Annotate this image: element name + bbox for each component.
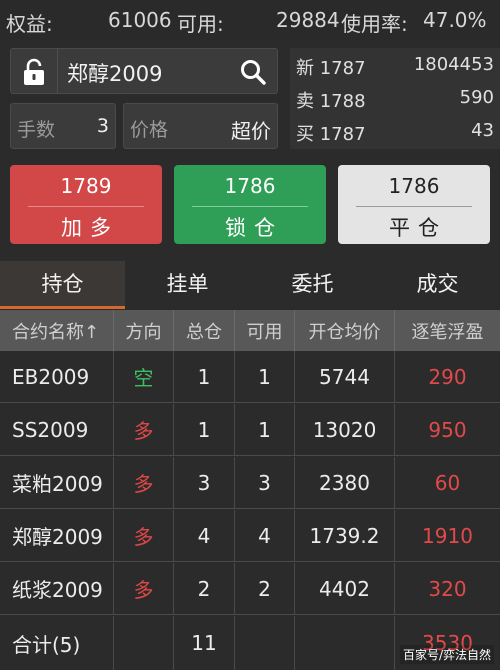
lock-position-price: 1786: [224, 174, 276, 198]
quote-row-ask: 卖 1788 590: [296, 87, 494, 117]
search-icon[interactable]: [239, 58, 267, 86]
header-avg-price[interactable]: 开仓均价: [295, 310, 395, 351]
summary-label: 合计(5): [0, 616, 114, 670]
cell-contract: 菜粕2009: [0, 457, 114, 508]
cell-direction: 多: [114, 457, 174, 508]
quantity-label: 手数: [17, 119, 56, 141]
quote-volume: 1804453: [413, 54, 494, 75]
quantity-value[interactable]: 3: [97, 115, 109, 137]
price-label: 价格: [130, 119, 169, 141]
tab-pending-orders[interactable]: 挂单: [125, 261, 250, 309]
symbol-selector[interactable]: 郑醇2009: [10, 48, 278, 94]
price-field[interactable]: 价格 超价: [123, 103, 278, 149]
lock-position-button[interactable]: 1786 锁仓: [174, 165, 326, 244]
cell-available: 2: [235, 563, 295, 614]
cell-direction: 多: [114, 404, 174, 455]
quote-bid-size: 43: [471, 120, 494, 141]
cell-avg-price: 5744: [295, 351, 395, 402]
cell-direction: 多: [114, 563, 174, 614]
quote-ask-size: 590: [459, 87, 494, 108]
quote-row-last: 新 1787 1804453: [296, 54, 494, 84]
tab-positions[interactable]: 持仓: [0, 261, 125, 309]
add-long-price: 1789: [60, 174, 112, 198]
cell-pnl: 1910: [422, 523, 473, 548]
symbol-divider: [57, 49, 58, 93]
add-long-button[interactable]: 1789 加多: [10, 165, 162, 244]
quote-bid: 买 1787: [296, 124, 366, 145]
summary-avg-price: [295, 616, 395, 670]
close-position-button[interactable]: 1786 平仓: [338, 165, 490, 244]
quantity-field[interactable]: 手数 3: [10, 103, 116, 149]
cell-contract: SS2009: [0, 404, 114, 455]
cell-avg-price: 4402: [295, 563, 395, 614]
quote-ask: 卖 1788: [296, 91, 366, 112]
available-label: 可用:: [177, 12, 224, 36]
cell-available: 1: [235, 351, 295, 402]
close-position-price: 1786: [388, 174, 440, 198]
table-row[interactable]: SS2009 多 1 1 13020 950: [0, 404, 500, 456]
usage-value: 47.0%: [423, 8, 487, 32]
cell-total: 3: [174, 457, 235, 508]
price-value[interactable]: 超价: [231, 115, 271, 144]
cell-pnl: 290: [428, 364, 467, 389]
tab-trades[interactable]: 成交: [375, 261, 500, 309]
header-total[interactable]: 总仓: [174, 310, 235, 351]
cell-pnl: 60: [434, 470, 461, 495]
summary-total: 11: [174, 616, 235, 670]
button-divider: [192, 206, 308, 207]
cell-direction: 多: [114, 510, 174, 561]
button-divider: [28, 206, 144, 207]
tab-bar: 持仓 挂单 委托 成交: [0, 261, 500, 309]
cell-total: 1: [174, 404, 235, 455]
add-long-label: 加多: [61, 216, 119, 240]
quote-row-bid: 买 1787 43: [296, 120, 494, 150]
tab-orders[interactable]: 委托: [250, 261, 375, 309]
button-divider: [356, 206, 472, 207]
lock-position-label: 锁仓: [225, 216, 283, 240]
table-header: 合约名称↑ 方向 总仓 可用 开仓均价 逐笔浮盈: [0, 310, 500, 351]
cell-available: 1: [235, 404, 295, 455]
equity-value: 61006: [108, 8, 172, 32]
cell-avg-price: 1739.2: [295, 510, 395, 561]
cell-available: 4: [235, 510, 295, 561]
close-position-label: 平仓: [389, 216, 447, 240]
table-row[interactable]: 菜粕2009 多 3 3 2380 60: [0, 457, 500, 509]
account-bar: 权益: 61006 可用: 29884 使用率: 47.0%: [0, 0, 500, 40]
cell-contract: EB2009: [0, 351, 114, 402]
table-row[interactable]: EB2009 空 1 1 5744 290: [0, 351, 500, 403]
header-contract[interactable]: 合约名称↑: [0, 310, 114, 351]
table-row[interactable]: 郑醇2009 多 4 4 1739.2 1910: [0, 510, 500, 562]
cell-avg-price: 2380: [295, 457, 395, 508]
cell-contract: 郑醇2009: [0, 510, 114, 561]
cell-total: 4: [174, 510, 235, 561]
quote-panel: 新 1787 1804453 卖 1788 590 买 1787 43: [290, 48, 500, 149]
summary-available: [235, 616, 295, 670]
cell-pnl: 320: [428, 576, 467, 601]
quote-last: 新 1787: [296, 58, 366, 79]
symbol-name[interactable]: 郑醇2009: [67, 58, 162, 88]
cell-direction: 空: [114, 351, 174, 402]
header-pnl[interactable]: 逐笔浮盈: [395, 310, 500, 351]
lock-icon[interactable]: [21, 58, 47, 86]
table-row[interactable]: 纸浆2009 多 2 2 4402 320: [0, 563, 500, 615]
cell-total: 2: [174, 563, 235, 614]
equity-label: 权益:: [6, 12, 53, 36]
cell-total: 1: [174, 351, 235, 402]
cell-contract: 纸浆2009: [0, 563, 114, 614]
watermark: 百家号/弈法自然: [399, 645, 494, 664]
cell-available: 3: [235, 457, 295, 508]
usage-label: 使用率:: [341, 12, 408, 36]
cell-avg-price: 13020: [295, 404, 395, 455]
available-value: 29884: [276, 8, 340, 32]
cell-pnl: 950: [428, 417, 467, 442]
summary-direction: [114, 616, 174, 670]
header-available[interactable]: 可用: [235, 310, 295, 351]
header-direction[interactable]: 方向: [114, 310, 174, 351]
